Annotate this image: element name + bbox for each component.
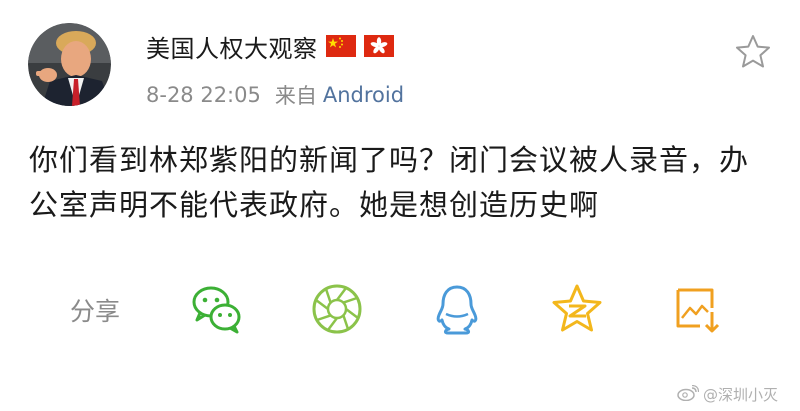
watermark-text: @深圳小灭 — [702, 386, 778, 404]
qq-icon[interactable] — [430, 282, 484, 336]
post-meta: 8-28 22:05 来自 Android — [146, 80, 404, 110]
wechat-icon[interactable] — [190, 282, 244, 336]
avatar[interactable] — [28, 23, 111, 106]
weibo-post: 美国人权大观察 8-28 22:05 来自 Android 你们看到林郑紫阳的新… — [0, 0, 800, 411]
save-image-icon[interactable] — [672, 282, 726, 336]
user-info: 美国人权大观察 — [146, 28, 394, 64]
post-content: 你们看到林郑紫阳的新闻了吗？闭门会议被人录音，办公室声明不能代表政府。她是想创造… — [29, 143, 750, 222]
source-name: Android — [322, 83, 405, 107]
qzone-icon[interactable] — [550, 282, 604, 336]
favorite-star-icon[interactable] — [734, 33, 772, 71]
username[interactable]: 美国人权大观察 — [146, 29, 318, 64]
china-flag-icon — [325, 35, 356, 57]
share-label: 分享 — [70, 297, 121, 326]
weibo-watermark: @深圳小灭 — [677, 384, 778, 405]
hong-kong-flag-icon — [363, 35, 394, 57]
weibo-logo-icon — [677, 384, 700, 405]
share-bar: 分享 — [0, 278, 800, 340]
source-prefix: 来自 — [274, 84, 317, 108]
post-time: 8-28 22:05 — [146, 83, 261, 107]
wechat-moments-icon[interactable] — [310, 282, 364, 336]
